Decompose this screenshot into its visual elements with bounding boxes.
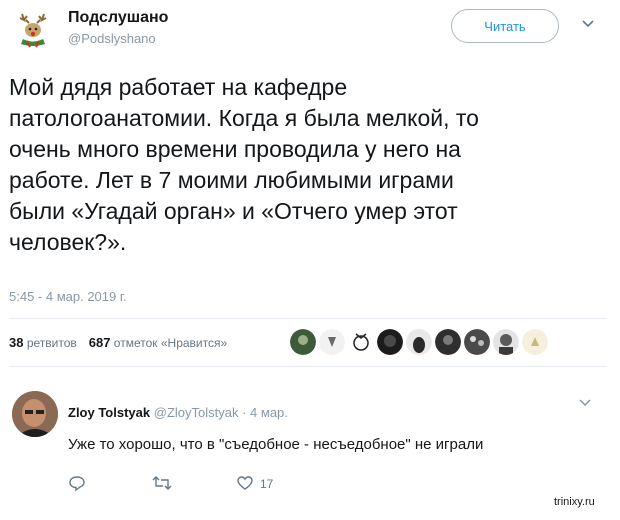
- reply-icon[interactable]: [68, 474, 86, 495]
- watermark: trinixy.ru: [554, 496, 595, 508]
- divider: [9, 318, 607, 319]
- reply-text: Уже то хорошо, что в "съедобное - несъед…: [68, 436, 484, 453]
- author-avatar[interactable]: [10, 6, 56, 52]
- tweet-text-line: Мой дядя работает на кафедре: [9, 74, 348, 100]
- retweet-icon[interactable]: [152, 474, 172, 495]
- reply-author-name[interactable]: Zloy Tolstyak: [68, 405, 150, 420]
- author-name[interactable]: Подслушано: [68, 9, 168, 27]
- liker-avatar[interactable]: [319, 329, 345, 355]
- liker-avatar[interactable]: [406, 329, 432, 355]
- reply-author-avatar[interactable]: [12, 391, 58, 437]
- liker-avatar[interactable]: [348, 329, 374, 355]
- liker-avatar[interactable]: [290, 329, 316, 355]
- like-action[interactable]: 17: [236, 473, 273, 495]
- tweet-text-line: были «Угадай орган» и «Отчего умер этот: [9, 198, 458, 224]
- liker-avatar[interactable]: [493, 329, 519, 355]
- liker-avatar[interactable]: [464, 329, 490, 355]
- chevron-down-icon[interactable]: [578, 16, 598, 32]
- heart-icon[interactable]: [236, 474, 254, 495]
- liker-avatars: [290, 329, 548, 357]
- author-handle[interactable]: @Podslyshano: [68, 31, 156, 46]
- follow-button[interactable]: Читать: [451, 9, 559, 43]
- reply-date[interactable]: · 4 мар.: [242, 405, 288, 420]
- likes-stat[interactable]: 687 отметок «Нравится»: [88, 335, 228, 350]
- likes-label: отметок «Нравится»: [113, 336, 228, 350]
- tweet-text-line: человек?».: [9, 229, 127, 255]
- liker-avatar[interactable]: [522, 329, 548, 355]
- tweet-text-line: патологоанатомии. Когда я была мелкой, т…: [9, 105, 479, 131]
- tweet-stats: 38 ретвитов 687 отметок «Нравится»: [9, 335, 227, 350]
- tweet-text-line: очень много времени проводила у него на: [9, 136, 461, 162]
- divider: [9, 366, 607, 367]
- retweets-label: ретвитов: [26, 336, 77, 350]
- retweet-action[interactable]: [152, 473, 172, 495]
- likes-count: 687: [88, 335, 111, 350]
- liker-avatar[interactable]: [377, 329, 403, 355]
- tweet-timestamp[interactable]: 5:45 - 4 мар. 2019 г.: [9, 289, 127, 304]
- retweet-stat[interactable]: 38 ретвитов: [9, 335, 77, 350]
- retweets-count: 38: [9, 335, 24, 350]
- like-count: 17: [260, 477, 274, 491]
- reply-action[interactable]: [68, 473, 86, 495]
- chevron-down-icon[interactable]: [576, 396, 594, 410]
- tweet-text: Мой дядя работает на кафедре патологоана…: [9, 72, 609, 258]
- reply-author-handle[interactable]: @ZloyTolstyak: [154, 405, 239, 420]
- liker-avatar[interactable]: [435, 329, 461, 355]
- reply-header: Zloy Tolstyak @ZloyTolstyak · 4 мар.: [68, 405, 288, 420]
- tweet-text-line: работе. Лет в 7 моими любимыми играми: [9, 167, 454, 193]
